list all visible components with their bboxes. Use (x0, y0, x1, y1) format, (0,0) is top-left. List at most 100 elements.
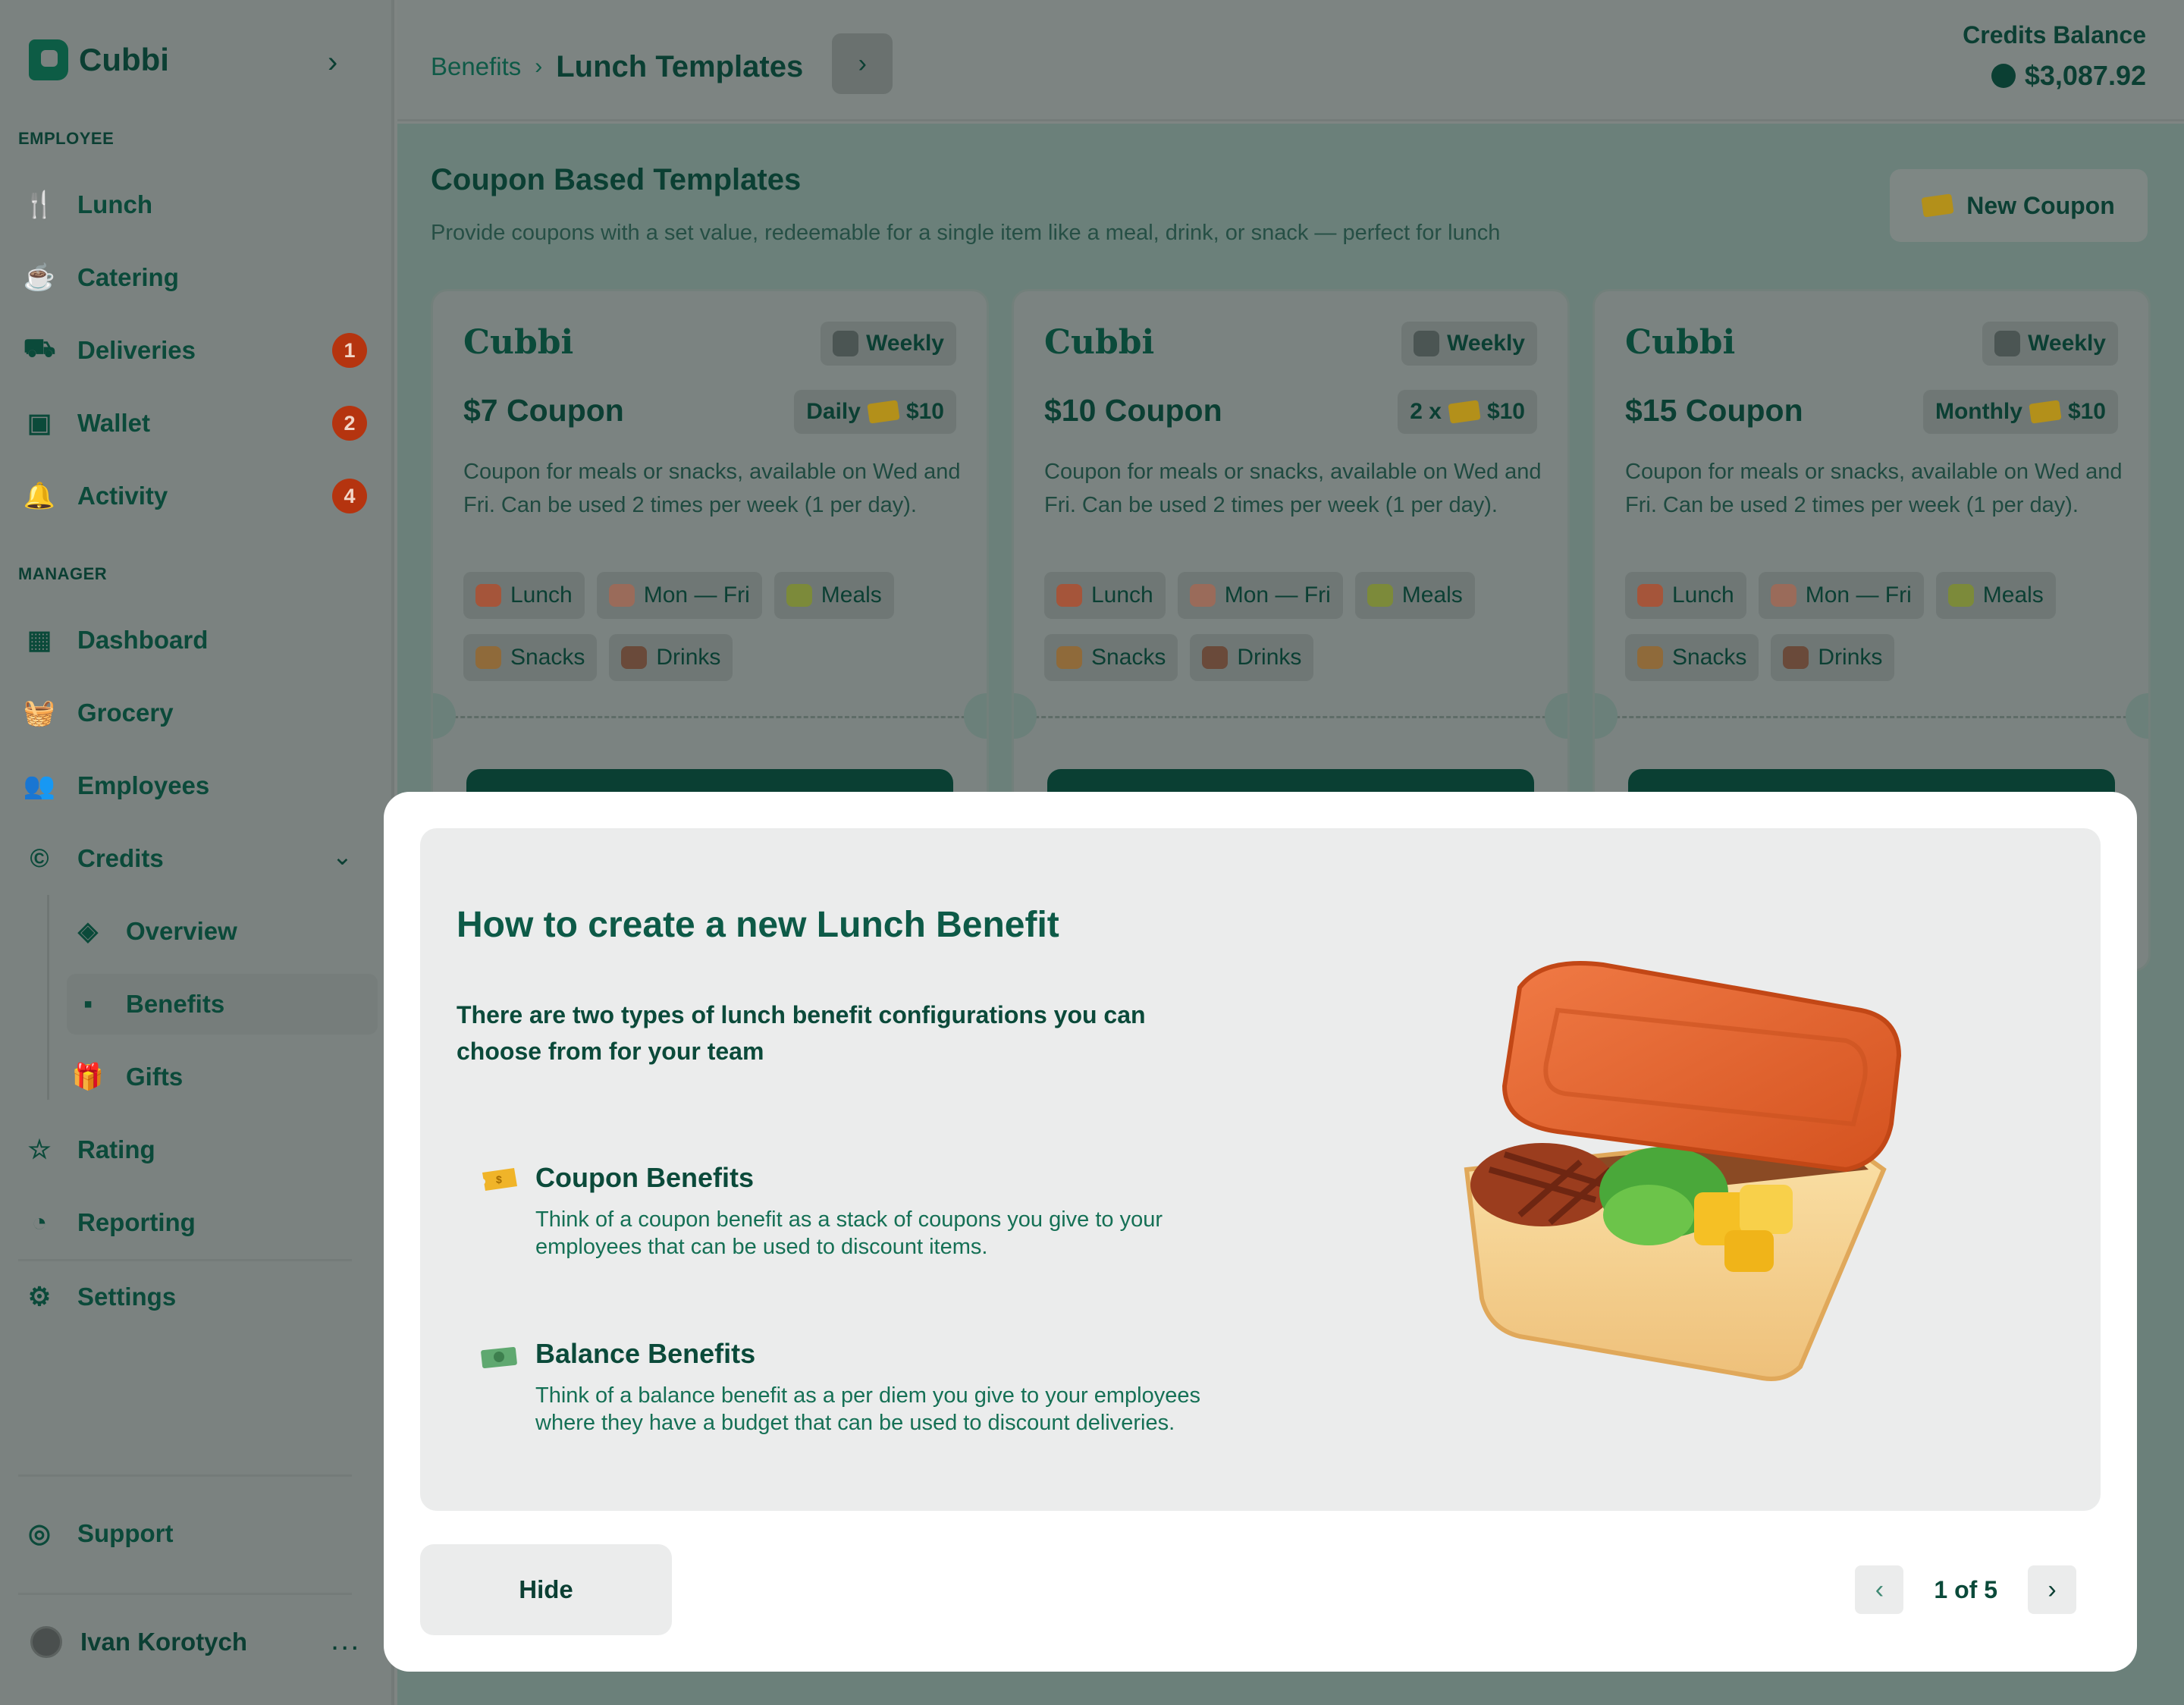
tag-lunch: Lunch (1625, 572, 1746, 619)
tag-list: Lunch Mon — Fri Meals Snacks Drinks (463, 572, 979, 681)
refresh-icon (833, 331, 859, 356)
tag-drinks: Drinks (1771, 634, 1895, 681)
expand-button[interactable]: › (832, 33, 893, 94)
top-header: Benefits › Lunch Templates › Credits Bal… (397, 0, 2184, 121)
calendar-icon (1770, 584, 1796, 607)
tag-drinks: Drinks (1190, 634, 1314, 681)
drinks-icon (621, 646, 648, 669)
chevron-down-icon[interactable]: ⌄ (332, 842, 353, 871)
frequency-pill: Daily $10 (794, 390, 956, 434)
tag-days: Mon — Fri (1758, 572, 1924, 619)
catering-icon: ☕ (23, 263, 56, 292)
calendar-icon (608, 584, 635, 607)
total-pages: 5 (1984, 1575, 1997, 1603)
breadcrumb: Benefits › Lunch Templates › (431, 33, 893, 94)
current-page: 1 (1934, 1575, 1948, 1603)
tag-label: Mon — Fri (1805, 582, 1912, 608)
sidebar-item-gifts[interactable]: 🎁 Gifts (67, 1047, 375, 1107)
sidebar-item-dashboard[interactable]: ▦ Dashboard (18, 610, 367, 670)
salad-icon (1947, 584, 1974, 607)
period-pill: Weekly (1982, 322, 2118, 366)
ticket-notch (964, 693, 987, 739)
period-pill: Weekly (1401, 322, 1537, 366)
salad-icon (786, 584, 812, 607)
tag-label: Snacks (1091, 645, 1166, 670)
chevron-left-icon[interactable]: ‹ (1855, 1565, 1904, 1614)
section-label-manager: MANAGER (18, 564, 108, 583)
coin-icon: © (30, 843, 49, 873)
ticket-notch (2126, 693, 2148, 739)
chevron-right-icon[interactable]: › (328, 46, 337, 80)
sidebar-item-support[interactable]: ◎ Support (18, 1503, 367, 1564)
tag-label: Mon — Fri (1224, 582, 1331, 608)
coin-icon (1991, 64, 2016, 88)
fork-knife-icon: 🍴 (23, 190, 56, 219)
page-title: Lunch Templates (556, 49, 804, 83)
sidebar-item-benefits[interactable]: ▪ Benefits (67, 974, 378, 1035)
ticket-notch (1014, 693, 1037, 739)
divider (18, 1259, 352, 1261)
credits-balance: Credits Balance $3,087.92 (1963, 21, 2146, 92)
ticket-icon (2029, 400, 2062, 424)
sidebar-item-credits[interactable]: © Credits (18, 828, 367, 889)
tag-label: Drinks (656, 645, 721, 670)
frequency-label: Daily (806, 399, 861, 424)
sidebar-item-rating[interactable]: ☆ Rating (18, 1119, 367, 1180)
sidebar-item-lunch[interactable]: 🍴 Lunch (18, 174, 367, 235)
sidebar-item-deliveries[interactable]: ⛟ Deliveries 1 (18, 320, 367, 381)
tag-days: Mon — Fri (1177, 572, 1343, 619)
app-name: Cubbi (79, 42, 169, 77)
lunchbox-illustration (1464, 961, 1902, 1381)
hide-button[interactable]: Hide (420, 1544, 672, 1635)
sidebar-item-wallet[interactable]: ▣ Wallet 2 (18, 393, 367, 454)
balance-value: $3,087.92 (2024, 60, 2146, 91)
tag-meals: Meals (1935, 572, 2056, 619)
drinks-icon (1202, 646, 1228, 669)
app-root: Cubbi › EMPLOYEE 🍴 Lunch ☕ Catering ⛟ De… (0, 0, 2184, 1705)
sidebar-item-label: Deliveries (77, 336, 196, 364)
divider (18, 1474, 352, 1477)
tag-label: Lunch (510, 582, 573, 608)
gift-icon: 🎁 (71, 1063, 105, 1091)
sidebar-item-label: Lunch (77, 190, 152, 218)
sidebar-item-catering[interactable]: ☕ Catering (18, 247, 367, 308)
logo[interactable]: Cubbi (29, 39, 169, 80)
more-options-icon[interactable]: ... (331, 1623, 360, 1657)
modal-intro: There are two types of lunch benefit con… (457, 1001, 1146, 1065)
star-icon: ☆ (27, 1135, 52, 1164)
new-coupon-button[interactable]: New Coupon (1890, 169, 2148, 242)
cookie-icon (1056, 646, 1082, 669)
sidebar-item-label: Overview (126, 917, 237, 945)
section-description: Provide coupons with a set value, redeem… (431, 221, 1501, 245)
sidebar-item-settings[interactable]: ⚙ Settings (18, 1267, 367, 1327)
tag-label: Mon — Fri (643, 582, 750, 608)
ticket-icon (1921, 193, 1954, 218)
sidebar-item-label: Rating (77, 1135, 155, 1163)
sidebar-item-reporting[interactable]: ◔ Reporting (18, 1192, 367, 1253)
avatar (30, 1626, 62, 1658)
tag-meals: Meals (1354, 572, 1475, 619)
sidebar-item-label: Wallet (77, 409, 150, 437)
sidebar-item-grocery[interactable]: 🧺 Grocery (18, 683, 367, 743)
card-description: Coupon for meals or snacks, available on… (1625, 460, 2123, 517)
breadcrumb-benefits[interactable]: Benefits (431, 52, 521, 81)
user-profile[interactable]: Ivan Korotych (30, 1626, 247, 1658)
sidebar-item-employees[interactable]: 👥 Employees (18, 755, 367, 816)
refresh-icon (1994, 331, 2021, 356)
calendar-icon (1189, 584, 1216, 607)
balance-benefits-description: Think of a balance benefit as a per diem… (535, 1383, 1200, 1435)
notification-badge: 1 (332, 333, 367, 368)
balance-benefits-title: Balance Benefits (535, 1338, 756, 1369)
benefit-icon: ▪ (83, 989, 93, 1019)
cubbi-logo-icon (29, 39, 68, 80)
notification-badge: 4 (332, 479, 367, 513)
sidebar-item-overview[interactable]: ◈ Overview (67, 901, 375, 962)
grid-icon: ▦ (27, 626, 52, 655)
period-label: Weekly (2028, 331, 2106, 356)
sidebar-item-activity[interactable]: 🔔 Activity 4 (18, 466, 367, 526)
amount-label: $10 (1486, 399, 1525, 424)
tag-snacks: Snacks (1625, 634, 1759, 681)
tag-list: Lunch Mon — Fri Meals Snacks Drinks (1625, 572, 2141, 681)
chevron-right-icon[interactable]: › (2028, 1565, 2076, 1614)
pie-chart-icon: ◔ (31, 1207, 48, 1237)
